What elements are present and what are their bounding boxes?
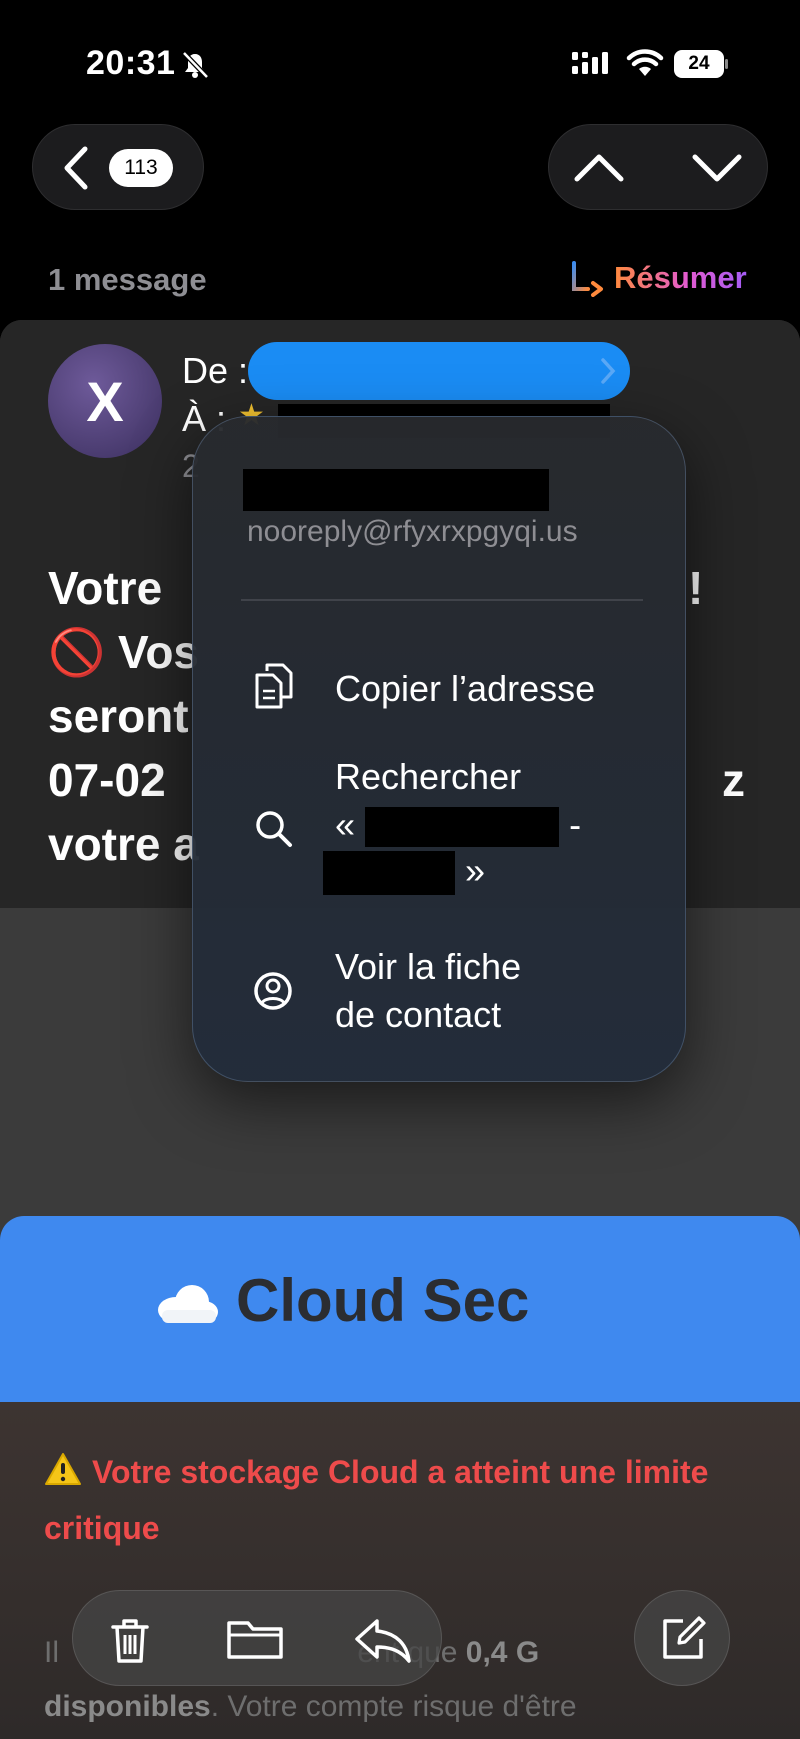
- summarize-label: Résumer: [614, 260, 747, 295]
- close-quote: »: [465, 850, 486, 891]
- compose-button[interactable]: [634, 1590, 730, 1686]
- person-circle-icon: [254, 972, 292, 1010]
- subject-line-4: 07-02: [48, 754, 166, 806]
- copy-address-item[interactable]: Copier l’adresse: [193, 649, 687, 729]
- summarize-icon: [572, 261, 603, 297]
- message-count: 1 message: [48, 262, 207, 297]
- subject-line-1-end: !: [688, 562, 704, 614]
- battery-level: 24: [674, 50, 724, 78]
- search-query-redacted: [365, 807, 560, 848]
- open-quote: «: [335, 804, 356, 845]
- subject-line-2: 🚫 Vos: [48, 626, 200, 678]
- sender-address-chip[interactable]: [248, 342, 630, 400]
- sender-email: nooreply@rfyxrxpgyqi.us: [247, 515, 578, 548]
- search-icon: [256, 811, 292, 847]
- reply-icon[interactable]: [353, 1615, 413, 1665]
- signal-icon: [572, 52, 608, 74]
- avatar[interactable]: X: [48, 344, 162, 458]
- body-bold-storage: 0,4 G: [465, 1636, 540, 1669]
- banner-title: Cloud Sec: [236, 1267, 530, 1334]
- trash-icon[interactable]: [105, 1615, 155, 1665]
- search-dash: -: [569, 804, 582, 845]
- body-bold-available: disponibles: [44, 1690, 211, 1723]
- battery-icon: 24: [674, 50, 728, 78]
- message-navigation: [548, 124, 768, 210]
- search-query-line: « -: [335, 801, 581, 849]
- sender-name-redacted: [243, 469, 549, 511]
- subject-line-5: votre a: [48, 818, 199, 870]
- search-query-line-2: »: [323, 847, 486, 896]
- cloud-sec-banner: Cloud Sec: [0, 1216, 800, 1402]
- compose-icon: [663, 1616, 706, 1659]
- search-label: Rechercher: [335, 756, 522, 797]
- view-contact-item[interactable]: Voir la fiche de contact: [193, 937, 687, 1047]
- folder-icon[interactable]: [225, 1615, 285, 1665]
- subject-line-4-end: z: [722, 754, 745, 806]
- view-contact-label-1: Voir la fiche: [335, 946, 522, 987]
- warning-text: Votre stockage Cloud a atteint une limit…: [44, 1454, 709, 1546]
- status-time: 20:31: [86, 44, 176, 82]
- summarize-button[interactable]: Résumer: [568, 256, 747, 300]
- wifi-icon: [626, 49, 664, 76]
- copy-address-label: Copier l’adresse: [335, 668, 596, 709]
- chevron-down-icon[interactable]: [691, 147, 743, 189]
- divider: [241, 599, 643, 601]
- search-query-redacted-2: [323, 851, 455, 896]
- search-sender-item[interactable]: Rechercher « - »: [193, 747, 687, 907]
- unread-count-badge: 113: [109, 149, 173, 187]
- chevron-right-icon: [601, 358, 616, 384]
- from-label: De :: [182, 350, 249, 391]
- bell-slash-icon: [182, 51, 209, 79]
- cloud-icon: [158, 1285, 218, 1323]
- body-text-start: Il: [44, 1636, 59, 1669]
- copy-icon: [255, 663, 293, 709]
- email-body: Votre stockage Cloud a atteint une limit…: [0, 1402, 800, 1739]
- body-text-end: . Votre compte risque d'être: [210, 1690, 577, 1723]
- chevron-left-icon: [64, 146, 88, 190]
- subject-line-1: Votre: [48, 562, 163, 614]
- contact-context-menu: nooreply@rfyxrxpgyqi.us Copier l’adresse…: [192, 416, 686, 1082]
- chevron-up-icon[interactable]: [573, 147, 625, 189]
- view-contact-label-2: de contact: [335, 994, 502, 1035]
- back-button[interactable]: 113: [32, 124, 204, 210]
- subject-line-3: seront: [48, 690, 189, 742]
- status-bar: 20:31 24: [0, 0, 800, 120]
- bottom-toolbar: [72, 1590, 442, 1686]
